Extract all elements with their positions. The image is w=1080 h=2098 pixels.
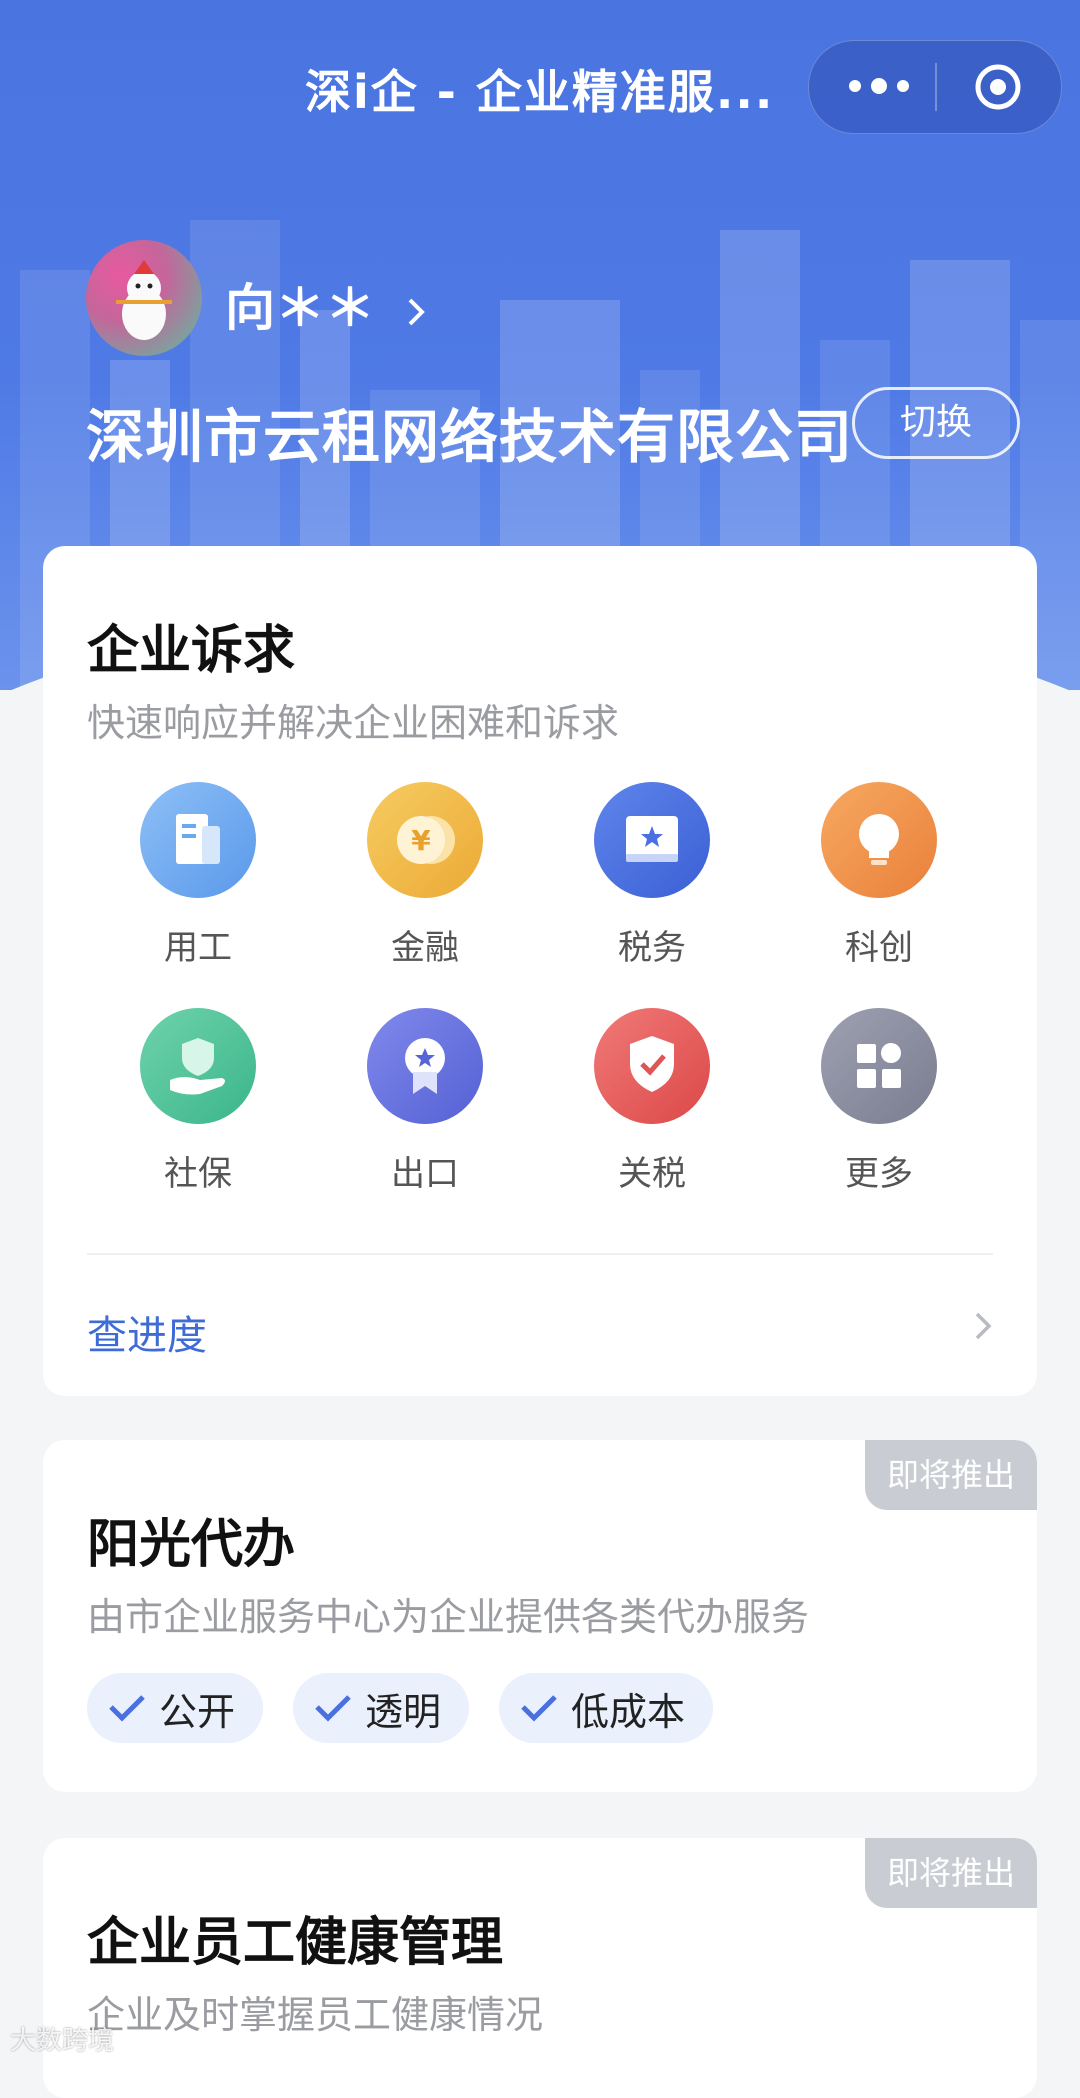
feature-tags: 公开 透明 低成本 xyxy=(87,1673,714,1743)
coming-soon-badge: 即将推出 xyxy=(865,1838,1037,1908)
card-title: 企业员工健康管理 xyxy=(87,1913,504,1973)
service-item-employment[interactable]: 用工 xyxy=(113,782,283,982)
medal-icon xyxy=(367,1008,483,1124)
grid-more-icon xyxy=(821,1008,937,1124)
divider xyxy=(87,1253,993,1255)
mini-program-capsule xyxy=(808,40,1062,134)
check-icon xyxy=(521,1695,557,1722)
hand-shield-icon xyxy=(140,1008,256,1124)
service-item-more[interactable]: 更多 xyxy=(794,1008,964,1208)
chevron-right-icon[interactable] xyxy=(963,1306,1003,1346)
tag-label: 公开 xyxy=(159,1689,236,1734)
username-text: 向＊＊ xyxy=(225,279,375,337)
tag-label: 透明 xyxy=(365,1689,442,1734)
service-label: 用工 xyxy=(164,928,232,968)
close-target-icon[interactable] xyxy=(974,63,1022,111)
service-item-social-security[interactable]: 社保 xyxy=(113,1008,283,1208)
sunshine-agency-card[interactable]: 即将推出 阳光代办 由市企业服务中心为企业提供各类代办服务 公开 透明 低成本 xyxy=(43,1440,1037,1792)
service-item-tax[interactable]: 税务 xyxy=(567,782,737,982)
check-icon xyxy=(315,1695,351,1722)
service-label: 更多 xyxy=(845,1154,913,1194)
username[interactable]: 向＊＊ xyxy=(225,268,432,340)
coin-icon: ¥ xyxy=(367,782,483,898)
tax-book-icon xyxy=(594,782,710,898)
company-name: 深圳市云租网络技术有限公司 xyxy=(86,403,854,471)
coming-soon-badge: 即将推出 xyxy=(865,1440,1037,1510)
avatar[interactable] xyxy=(86,240,202,356)
card-subtitle: 快速响应并解决企业困难和诉求 xyxy=(87,701,620,745)
service-label: 关税 xyxy=(618,1154,686,1194)
service-label: 社保 xyxy=(164,1154,232,1194)
feature-tag: 透明 xyxy=(293,1673,470,1743)
service-item-export[interactable]: 出口 xyxy=(340,1008,510,1208)
more-options-icon[interactable] xyxy=(849,71,909,101)
employee-health-card[interactable]: 即将推出 企业员工健康管理 企业及时掌握员工健康情况 xyxy=(43,1838,1037,2098)
app-title: 深i企 - 企业精准服... xyxy=(305,65,775,119)
service-label: 金融 xyxy=(391,928,459,968)
card-subtitle: 由市企业服务中心为企业提供各类代办服务 xyxy=(87,1595,810,1639)
feature-tag: 公开 xyxy=(87,1673,264,1743)
chevron-right-icon xyxy=(409,298,426,325)
check-icon xyxy=(109,1695,145,1722)
service-label: 科创 xyxy=(845,928,913,968)
card-subtitle: 企业及时掌握员工健康情况 xyxy=(87,1993,544,2037)
enterprise-demands-card: 企业诉求 快速响应并解决企业困难和诉求 用工 ¥ 金融 税务 科创 社保 出口 … xyxy=(43,546,1037,1396)
card-title: 阳光代办 xyxy=(87,1515,296,1575)
service-item-tariff[interactable]: 关税 xyxy=(567,1008,737,1208)
service-item-finance[interactable]: ¥ 金融 xyxy=(340,782,510,982)
check-progress-link[interactable]: 查进度 xyxy=(87,1303,207,1361)
watermark: 大数跨境 xyxy=(10,2026,115,2056)
service-label: 出口 xyxy=(391,1154,459,1194)
service-label: 税务 xyxy=(618,928,686,968)
svg-text:¥: ¥ xyxy=(411,824,431,857)
lightbulb-icon xyxy=(821,782,937,898)
service-item-innovation[interactable]: 科创 xyxy=(794,782,964,982)
check-shield-icon xyxy=(594,1008,710,1124)
tag-label: 低成本 xyxy=(571,1689,686,1734)
feature-tag: 低成本 xyxy=(499,1673,714,1743)
document-icon xyxy=(140,782,256,898)
switch-company-button[interactable]: 切换 xyxy=(852,387,1020,459)
card-title: 企业诉求 xyxy=(87,621,296,681)
